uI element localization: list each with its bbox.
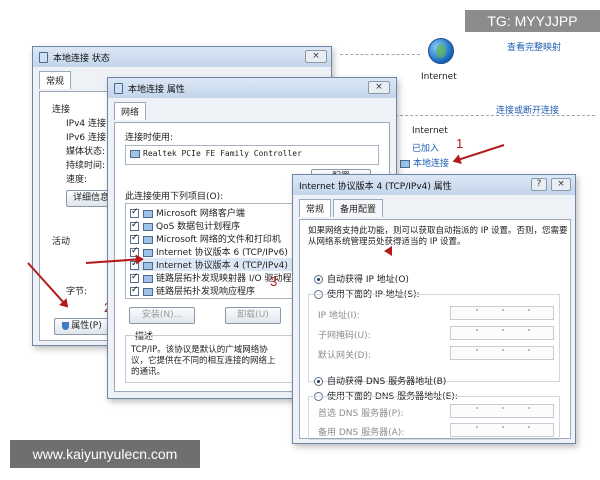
item-checkbox[interactable] — [130, 207, 139, 218]
media-state-label: 媒体状态: — [66, 147, 106, 157]
tab-general[interactable]: 常规 — [299, 199, 332, 217]
service-icon — [143, 222, 153, 231]
properties-button[interactable]: 属性(P) — [54, 318, 110, 335]
auto-ip-radio[interactable] — [314, 275, 323, 284]
protocol-icon — [143, 287, 153, 296]
bytes-label: 字节: — [66, 287, 88, 297]
item-label: 链路层拓扑发现映射器 I/O 驱动程序 — [156, 274, 301, 284]
items-list-label: 此连接使用下列项目(O): — [125, 192, 224, 202]
step-4-arrow — [384, 246, 392, 256]
network-icon — [39, 51, 48, 63]
subnet-mask-label: 子网掩码(U): — [318, 331, 371, 341]
ipv4-connectivity-label: IPv4 连接 — [66, 119, 106, 129]
tab-networking[interactable]: 网络 — [114, 102, 147, 120]
alternate-dns-input[interactable] — [450, 423, 554, 437]
status-window-title: 本地连接 状态 — [53, 53, 110, 64]
description-text: TCP/IP。该协议是默认的广域网络协议，它提供在不同的相互连接的网络上的通讯。 — [131, 345, 276, 377]
auto-dns-label: 自动获得 DNS 服务器地址(B) — [327, 377, 447, 387]
step-marker-1: 1 — [456, 136, 464, 151]
auto-dns-option[interactable]: 自动获得 DNS 服务器地址(B) — [314, 374, 446, 387]
internet-label: Internet — [421, 72, 457, 82]
preferred-dns-input[interactable] — [450, 404, 554, 418]
step-marker-3: 3 — [270, 274, 278, 289]
default-gateway-label: 默认网关(D): — [318, 351, 371, 361]
item-label: Microsoft 网络客户端 — [156, 209, 245, 219]
ipv4-close-button[interactable]: × — [551, 178, 571, 191]
properties-window-titlebar[interactable]: 本地连接 属性 — [108, 78, 396, 98]
item-label: 链路层拓扑发现响应程序 — [156, 287, 256, 297]
duration-label: 持续时间: — [66, 161, 106, 171]
connection-group-label: 连接 — [52, 105, 71, 115]
internet-globe-icon — [428, 38, 454, 64]
service-icon — [143, 235, 153, 244]
tab-alternate-config[interactable]: 备用配置 — [333, 199, 384, 217]
uninstall-button[interactable]: 卸载(U) — [225, 307, 281, 324]
install-button[interactable]: 安装(N)... — [129, 307, 195, 324]
auto-dns-radio[interactable] — [314, 377, 323, 386]
default-gateway-input[interactable] — [450, 346, 554, 360]
ipv4-intro-text: 如果网络支持此功能，则可以获取自动指派的 IP 设置。否则，您需要从网络系统管理… — [308, 226, 568, 247]
item-checkbox[interactable] — [130, 233, 139, 244]
speed-label: 速度: — [66, 175, 88, 185]
auto-ip-label: 自动获得 IP 地址(O) — [327, 275, 409, 285]
item-checkbox[interactable] — [130, 272, 139, 283]
item-label: Internet 协议版本 4 (TCP/IPv4) — [156, 261, 288, 271]
access-type-value: Internet — [412, 126, 448, 136]
status-close-button[interactable]: × — [305, 50, 327, 63]
properties-window-title: 本地连接 属性 — [128, 84, 185, 95]
properties-close-button[interactable]: × — [368, 81, 390, 94]
item-label: QoS 数据包计划程序 — [156, 222, 241, 232]
ip-address-input[interactable] — [450, 306, 554, 320]
tab-general[interactable]: 常规 — [39, 71, 72, 89]
ipv4-panel: 如果网络支持此功能，则可以获取自动指派的 IP 设置。否则，您需要从网络系统管理… — [299, 219, 571, 440]
auto-ip-option[interactable]: 自动获得 IP 地址(O) — [314, 272, 409, 285]
ipv4-window-title: Internet 协议版本 4 (TCP/IPv4) 属性 — [299, 181, 452, 192]
protocol-icon — [143, 248, 153, 257]
item-checkbox[interactable] — [130, 285, 139, 296]
network-adapter-icon — [400, 159, 410, 168]
preferred-dns-label: 首选 DNS 服务器(P): — [318, 409, 404, 419]
connect-using-label: 连接时使用: — [125, 133, 174, 143]
network-icon — [114, 82, 123, 94]
network-map-line — [340, 54, 420, 55]
local-connection-entry[interactable]: 本地连接 — [400, 156, 449, 169]
watermark-bottom-left: www.kaiyunyulecn.com — [10, 440, 200, 468]
protocol-icon — [143, 274, 153, 283]
subnet-mask-input[interactable] — [450, 326, 554, 340]
help-button[interactable]: ? — [531, 178, 547, 191]
item-label: Microsoft 网络的文件和打印机 — [156, 235, 281, 245]
ip-address-label: IP 地址(I): — [318, 311, 360, 321]
ipv6-connectivity-label: IPv6 连接 — [66, 133, 106, 143]
ipv4-properties-window: Internet 协议版本 4 (TCP/IPv4) 属性 ? × 常规 备用配… — [292, 174, 576, 444]
item-label: Internet 协议版本 6 (TCP/IPv6) — [156, 248, 288, 258]
client-icon — [143, 209, 153, 218]
watermark-top-right: TG: MYYJJPP — [465, 10, 600, 32]
shield-icon — [62, 321, 70, 330]
status-window-titlebar[interactable]: 本地连接 状态 — [33, 47, 331, 67]
local-connection-link[interactable]: 本地连接 — [413, 159, 449, 169]
alternate-dns-label: 备用 DNS 服务器(A): — [318, 428, 405, 438]
activity-group-label: 活动 — [52, 237, 71, 247]
adapter-field: Realtek PCIe FE Family Controller — [125, 145, 379, 165]
homegroup-link[interactable]: 已加入 — [412, 141, 439, 154]
network-adapter-icon — [130, 149, 140, 158]
adapter-name: Realtek PCIe FE Family Controller — [143, 149, 302, 158]
divider-line — [395, 115, 595, 116]
properties-button-label: 属性(P) — [71, 321, 102, 331]
protocol-icon — [143, 261, 153, 270]
full-map-link[interactable]: 查看完整映射 — [507, 40, 561, 53]
item-checkbox[interactable] — [130, 220, 139, 231]
